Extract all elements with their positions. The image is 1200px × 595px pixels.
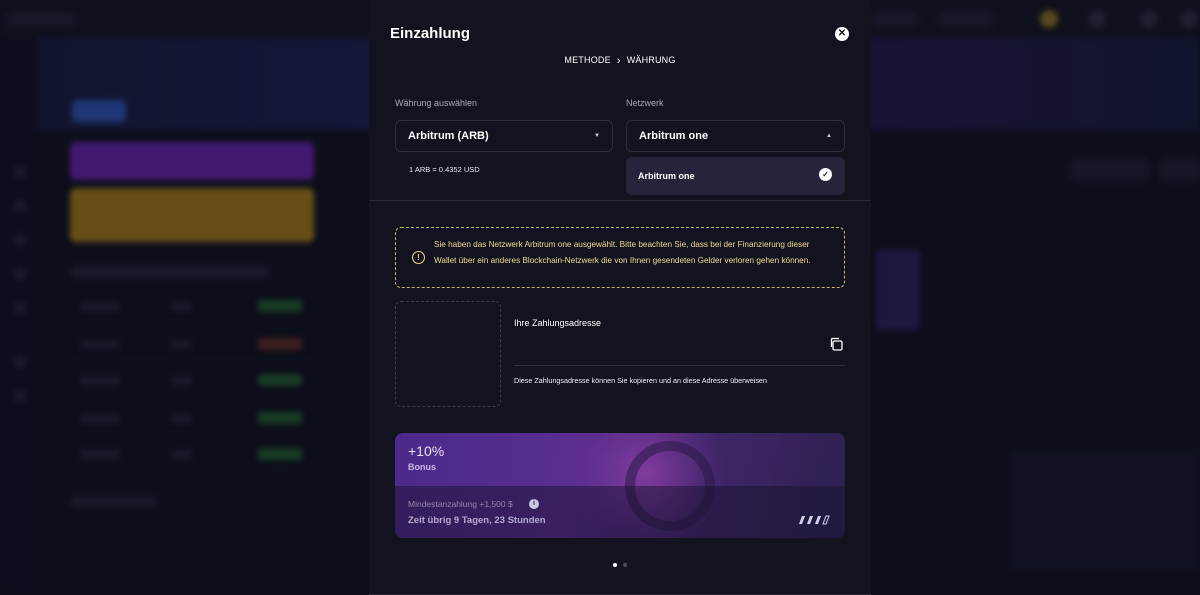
currency-select-value: Arbitrum (ARB): [408, 130, 489, 142]
breadcrumb-step-currency: WÄHRUNG: [626, 55, 676, 65]
copy-icon[interactable]: [829, 337, 843, 351]
warning-text: Sie haben das Netzwerk Arbitrum one ausg…: [434, 240, 811, 265]
address-underline: [514, 365, 845, 366]
breadcrumb-step-method[interactable]: METHODE: [564, 55, 610, 65]
network-select-value: Arbitrum one: [639, 130, 709, 142]
deposit-modal: Einzahlung ✕ METHODE › WÄHRUNG Währung aus…: [369, 0, 871, 595]
pager-dot-active[interactable]: [613, 563, 617, 567]
network-label: Netzwerk: [626, 98, 664, 108]
caret-up-icon: ▲: [826, 133, 832, 139]
close-icon[interactable]: ✕: [835, 27, 849, 41]
currency-label: Währung auswählen: [395, 98, 478, 108]
breadcrumb: METHODE › WÄHRUNG: [369, 55, 871, 67]
bonus-lower-band: [395, 486, 845, 538]
address-hint: Diese Zahlungsadresse können Sie kopiere…: [514, 376, 767, 385]
progress-segments-icon: [799, 515, 830, 525]
warning-icon: !: [412, 251, 425, 264]
bonus-percent: +10%: [408, 443, 445, 459]
carousel-pager: [369, 554, 871, 572]
network-dropdown: Arbitrum one ✓: [626, 157, 845, 195]
minimum-deposit: Mindestanzahlung +1,500 $: [408, 499, 513, 509]
time-remaining: Zeit übrig 9 Tagen, 23 Stunden: [408, 515, 546, 526]
address-label: Ihre Zahlungsadresse: [514, 318, 602, 328]
network-option-label: Arbitrum one: [638, 171, 695, 181]
bonus-label: Bonus: [408, 462, 436, 472]
network-warning: ! Sie haben das Netzwerk Arbitrum one au…: [395, 227, 845, 288]
qr-code-placeholder: [395, 301, 501, 407]
address-value[interactable]: [514, 340, 814, 358]
caret-down-icon: ▼: [594, 133, 600, 139]
chevron-right-icon: ›: [616, 55, 621, 67]
bonus-card[interactable]: +10% Bonus Mindestanzahlung +1,500 $ i Z…: [395, 433, 845, 538]
currency-select[interactable]: Arbitrum (ARB) ▼: [395, 120, 613, 152]
divider: [369, 200, 871, 201]
check-icon: ✓: [819, 168, 832, 181]
exchange-rate: 1 ARB = 0.4352 USD: [409, 165, 480, 174]
modal-title: Einzahlung: [390, 25, 470, 42]
pager-dot[interactable]: [623, 563, 627, 567]
network-select[interactable]: Arbitrum one ▲: [626, 120, 845, 152]
info-icon[interactable]: i: [529, 499, 539, 509]
